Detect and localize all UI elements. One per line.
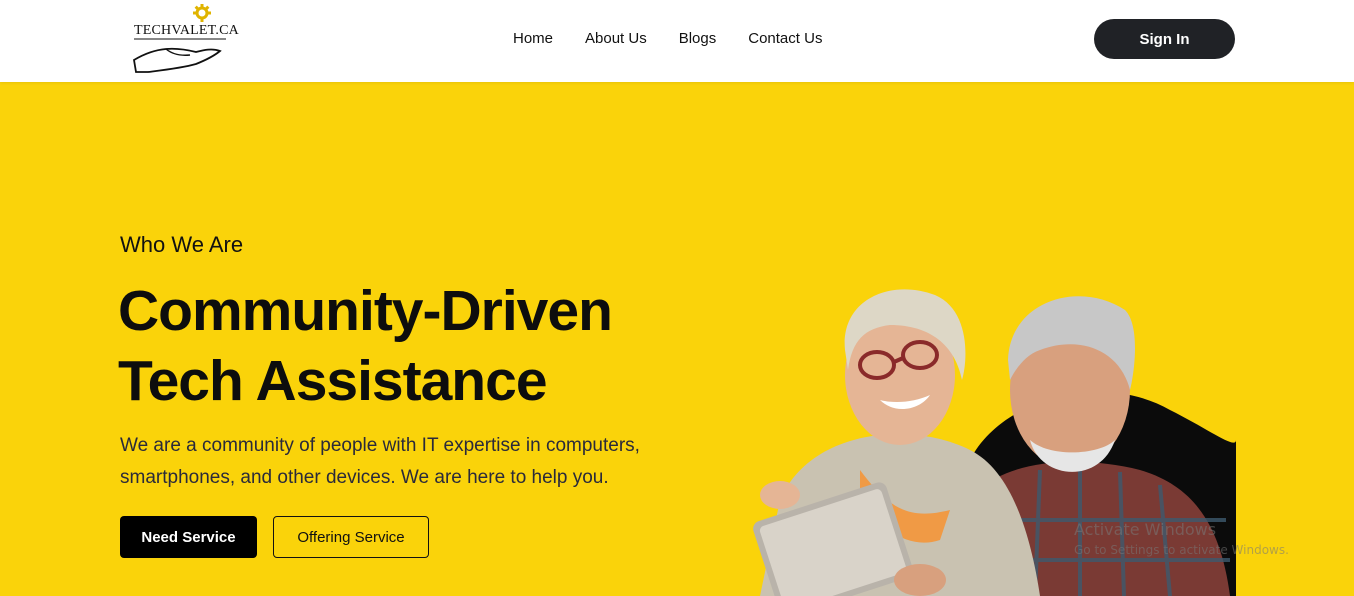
nav-contact-us[interactable]: Contact Us: [748, 30, 822, 48]
main-nav: Home About Us Blogs Contact Us: [513, 30, 854, 48]
offering-service-button[interactable]: Offering Service: [273, 516, 429, 558]
sign-in-button[interactable]: Sign In: [1094, 19, 1235, 59]
activate-windows-watermark: Activate Windows Go to Settings to activ…: [1074, 520, 1289, 557]
nav-home[interactable]: Home: [513, 30, 553, 48]
nav-about-us[interactable]: About Us: [585, 30, 647, 48]
site-logo[interactable]: TECHVALET.CA: [130, 4, 239, 76]
hero-description: We are a community of people with IT exp…: [120, 435, 640, 488]
hand-icon: [133, 4, 226, 73]
hero-headline-line-2: Tech Assistance: [118, 349, 548, 413]
nav-blogs[interactable]: Blogs: [679, 30, 717, 48]
hero-headline-line-1: Community-Driven: [118, 279, 613, 343]
gear-icon: [193, 4, 211, 22]
hero-eyebrow: Who We Are: [120, 232, 244, 257]
site-header: TECHVALET.CA Home About Us Blogs Contact…: [0, 0, 1354, 82]
watermark-title: Activate Windows: [1074, 520, 1217, 539]
logo-text: TECHVALET.CA: [134, 23, 239, 38]
need-service-button[interactable]: Need Service: [120, 516, 257, 558]
watermark-subtitle: Go to Settings to activate Windows.: [1074, 543, 1289, 557]
hero-headline: Community-Driven Tech Assistance: [118, 276, 613, 416]
